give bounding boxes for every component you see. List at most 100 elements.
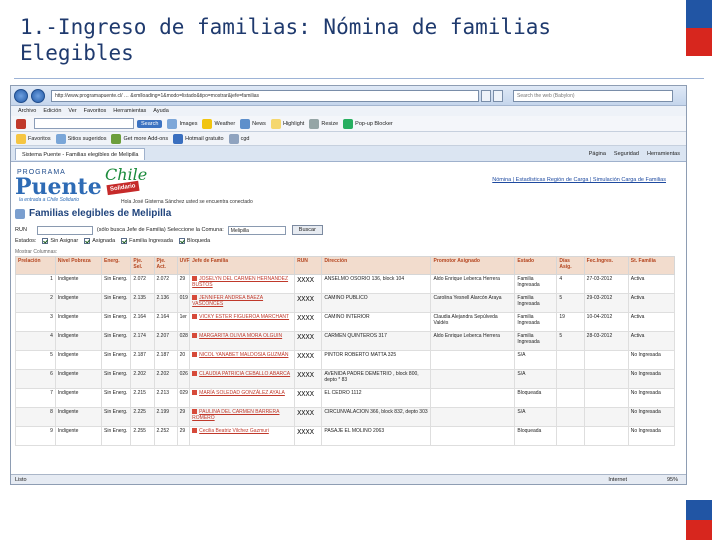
cell-prelacion: 7: [15, 388, 56, 408]
cell-energ: Sin Energ.: [101, 407, 132, 427]
cell-jefe-link[interactable]: MARÍA SOLEDAD GONZÁLEZ AYALA: [189, 388, 296, 408]
table-row: 7 Indigente Sin Energ. 2.215 2.213 029 M…: [15, 388, 676, 408]
cell-prelacion: 4: [15, 331, 56, 351]
menu-ver[interactable]: Ver: [68, 108, 76, 114]
suggested-sites-icon: [55, 133, 66, 144]
menu-favoritos[interactable]: Favoritos: [84, 108, 107, 114]
col-pje-sel[interactable]: Pje. Sel.: [130, 256, 155, 275]
cell-dias: 5: [556, 293, 585, 313]
cell-jefe-link[interactable]: JOSELYN DEL CARMEN HERNANDEZ BUSTOS: [189, 274, 296, 294]
mostrar-columnas[interactable]: Mostrar Columnas:: [15, 249, 57, 255]
cell-uvf: 028: [176, 331, 191, 351]
cell-jefe-link[interactable]: MARGARITA OLIVIA MORA OLGUIN: [189, 331, 296, 351]
cell-run: XXXX: [294, 407, 323, 427]
comuna-select[interactable]: Melipilla: [227, 225, 286, 235]
cell-energ: Sin Energ.: [101, 388, 132, 408]
command-herramientas[interactable]: Herramientas: [647, 151, 680, 157]
chk-bloqueda[interactable]: [178, 238, 185, 244]
top-nav-links[interactable]: Nómina | Estadísticas Región de Carga | …: [492, 177, 666, 183]
fav-sitios-sugeridos[interactable]: Sitios sugeridos: [68, 136, 107, 142]
menu-edicion[interactable]: Edición: [43, 108, 61, 114]
menu-ayuda[interactable]: Ayuda: [153, 108, 169, 114]
address-bar: http://www.programapuente.cl/ … &xmlload…: [11, 86, 686, 106]
cell-sel: 2.135: [130, 293, 155, 313]
cell-act: 2.187: [153, 350, 178, 370]
cell-nivel: Indigente: [54, 312, 103, 332]
command-seguridad[interactable]: Seguridad: [614, 151, 639, 157]
forward-button[interactable]: [31, 88, 45, 103]
estados-label: Estados:: [15, 238, 37, 244]
col-direccion[interactable]: Dirección: [321, 256, 432, 275]
toolbar-images[interactable]: Images: [179, 121, 197, 127]
cell-jefe-link[interactable]: CLAUDIA PATRICIA CEBALLO ABARCA: [189, 369, 296, 389]
toolbar-resize[interactable]: Resize: [321, 121, 338, 127]
chk-asignada[interactable]: [84, 238, 91, 244]
cell-energ: Sin Energ.: [101, 293, 132, 313]
menu-herramientas[interactable]: Herramientas: [113, 108, 146, 114]
col-nivel-pobreza[interactable]: Nivel Pobreza: [54, 256, 103, 275]
command-pagina[interactable]: Página: [589, 151, 606, 157]
page-title-text: Familias elegibles de Melipilla: [29, 208, 172, 219]
zoom-level[interactable]: 95%: [667, 477, 678, 483]
table-row: 4 Indigente Sin Energ. 2.174 2.207 028 M…: [15, 331, 676, 351]
news-icon: [240, 118, 251, 129]
cell-direccion: PASAJE EL MOLINO 2063: [321, 426, 432, 446]
cell-estado: Familia Ingresada: [514, 293, 558, 313]
cell-jefe-link[interactable]: Cecilia Beatriz Vilchez Gazmuri: [189, 426, 296, 446]
col-dias-asig[interactable]: Días Asig.: [556, 256, 585, 275]
toolbar-news[interactable]: News: [252, 121, 266, 127]
cell-act: 2.072: [153, 274, 178, 294]
col-pje-act[interactable]: Pje. Act.: [153, 256, 178, 275]
col-energ[interactable]: Energ.: [101, 256, 132, 275]
refresh-icon[interactable]: [481, 89, 491, 102]
cell-run: XXXX: [294, 312, 323, 332]
cell-jefe-link[interactable]: NICOL YANABET MALDOSIA GUZMÁN: [189, 350, 296, 370]
rut-input[interactable]: [36, 225, 93, 235]
chk-familia-ingresada[interactable]: [121, 238, 128, 244]
col-promotor[interactable]: Promotor Asignado: [430, 256, 516, 275]
toolbar-highlight[interactable]: Highlight: [283, 121, 304, 127]
ask-logo-icon: [16, 118, 26, 129]
cell-direccion: CAMINO PUBLICO: [321, 293, 432, 313]
cell-fecha: [583, 388, 629, 408]
back-button[interactable]: [14, 88, 28, 103]
cell-fecha: [583, 350, 629, 370]
web-search-input[interactable]: Search the web (Babylon): [513, 89, 673, 102]
chile-flag-bottom: [686, 500, 712, 540]
cell-jefe-link[interactable]: PAULINA DEL CARMEN BARRERA ROMERO: [189, 407, 296, 427]
col-prelacion[interactable]: Prelación: [15, 256, 56, 275]
cell-jefe-link[interactable]: JENNIFER ANDREA BAEZA VASCONCES: [189, 293, 296, 313]
stop-icon[interactable]: [493, 89, 503, 102]
cell-prelacion: 2: [15, 293, 56, 313]
col-uvf[interactable]: UVF: [176, 256, 191, 275]
col-run[interactable]: RUN: [294, 256, 323, 275]
cell-jefe-link[interactable]: VICKY ESTER FIGUEROA MARCHANT: [189, 312, 296, 332]
cell-act: 2.202: [153, 369, 178, 389]
tab-sistema-puente[interactable]: Sistema Puente - Familias elegibles de M…: [15, 147, 146, 160]
hotmail-icon: [173, 133, 184, 144]
cgd-icon: [228, 133, 239, 144]
toolbar-search-input[interactable]: [34, 118, 134, 129]
menu-archivo[interactable]: Archivo: [18, 108, 36, 114]
toolbar-weather[interactable]: Weather: [214, 121, 235, 127]
table-row: 9 Indigente Sin Energ. 2.255 2.252 29 Ce…: [15, 426, 676, 446]
fav-favoritos[interactable]: Favoritos: [28, 136, 51, 142]
cell-estado: Familia Ingresada: [514, 331, 558, 351]
cell-act: 2.252: [153, 426, 178, 446]
col-fec-ingres[interactable]: Fec.Ingres.: [583, 256, 629, 275]
cell-run: XXXX: [294, 293, 323, 313]
toolbar-search-button[interactable]: Search: [137, 119, 163, 128]
fav-hotmail[interactable]: Hotmail gratuito: [185, 136, 224, 142]
chk-sin-asignar[interactable]: [42, 238, 49, 244]
col-jefe-familia[interactable]: Jefe de Familia: [189, 256, 296, 275]
cell-act: 2.136: [153, 293, 178, 313]
fav-cgd[interactable]: cgd: [241, 136, 250, 142]
col-estado[interactable]: Estado: [514, 256, 558, 275]
cell-st: No Ingresada: [627, 369, 676, 389]
col-st-familia[interactable]: St. Familia: [627, 256, 676, 275]
toolbar-popup-blocker[interactable]: Pop-up Blocker: [355, 121, 393, 127]
slide-title: 1.-Ingreso de familias: Nómina de famili…: [20, 14, 660, 66]
buscar-button[interactable]: Buscar: [291, 225, 323, 235]
address-input[interactable]: http://www.programapuente.cl/ … &xmlload…: [51, 89, 479, 102]
fav-get-addons[interactable]: Get more Add-ons: [123, 136, 168, 142]
